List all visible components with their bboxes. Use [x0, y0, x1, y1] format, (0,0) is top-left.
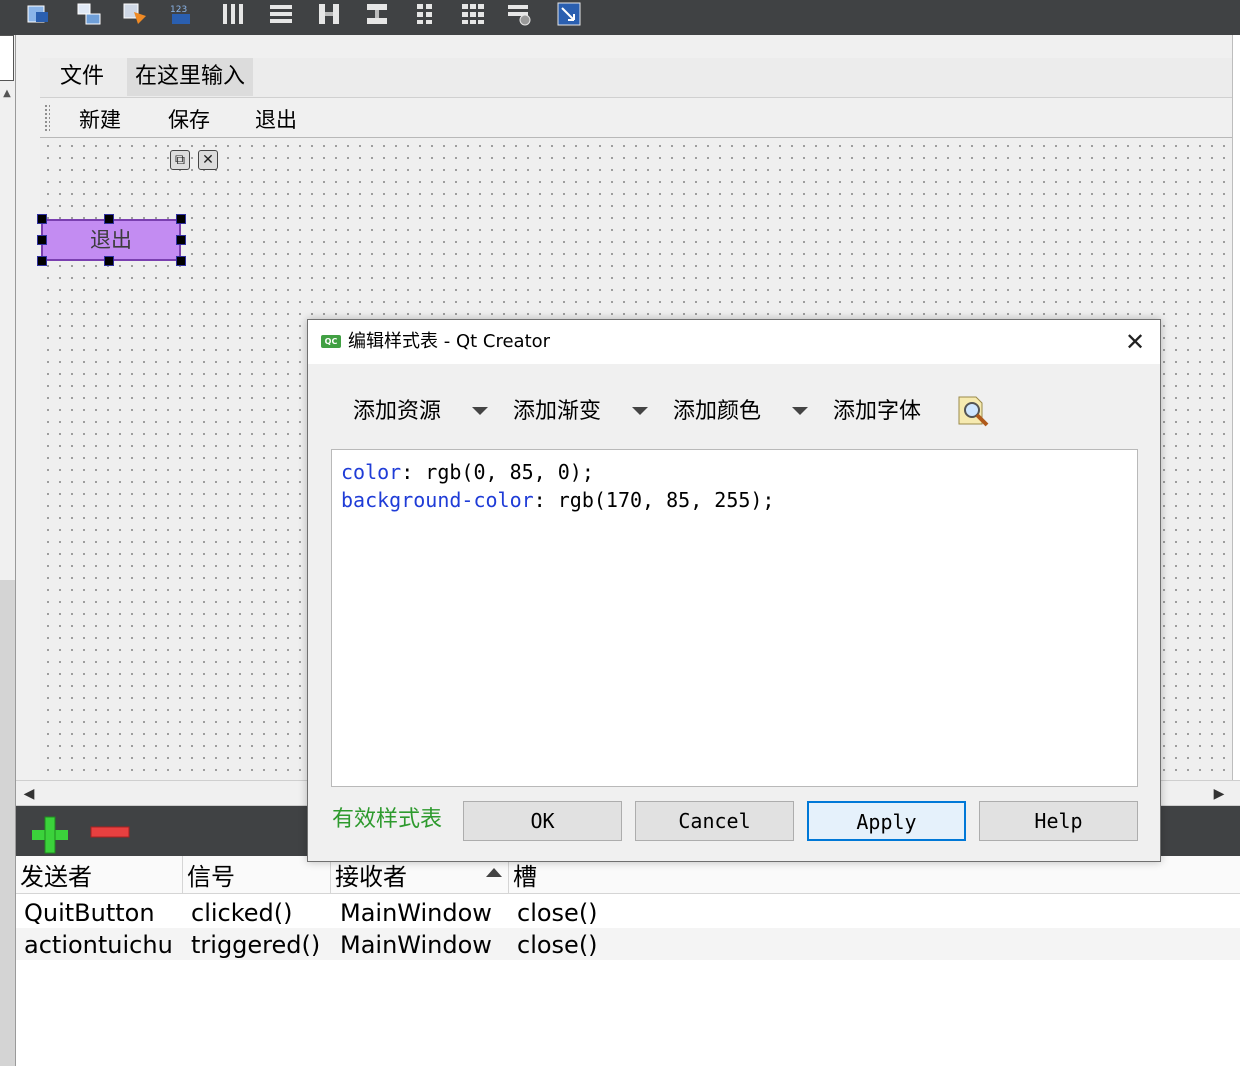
- scroll-right-arrow-icon[interactable]: ▶: [1210, 785, 1228, 803]
- apply-button[interactable]: Apply: [807, 801, 966, 841]
- add-color-dropdown[interactable]: 添加颜色: [673, 394, 761, 430]
- resize-handle-bottom[interactable]: [104, 256, 114, 266]
- cell-slot: close(): [517, 931, 598, 959]
- resize-handle-top[interactable]: [104, 214, 114, 224]
- close-icon[interactable]: ✕: [1122, 329, 1148, 355]
- edit-signals-slots-icon[interactable]: [76, 2, 102, 26]
- ok-button[interactable]: OK: [463, 801, 622, 841]
- css-value: : rgb(0, 85, 0);: [401, 460, 594, 484]
- editor-line: color: rgb(0, 85, 0);: [341, 458, 1128, 486]
- cell-sender: QuitButton: [24, 899, 155, 927]
- form-editor-toolbar: 123: [0, 0, 1240, 35]
- header-sender[interactable]: 发送者: [16, 856, 183, 894]
- sort-ascending-icon: [486, 868, 502, 877]
- cell-receiver: MainWindow: [340, 899, 492, 927]
- edit-stylesheet-dialog: QC 编辑样式表 - Qt Creator ✕ 添加资源 添加渐变 添加颜色 添…: [307, 319, 1161, 862]
- quit-button[interactable]: 退出: [41, 219, 181, 261]
- cell-slot: close(): [517, 899, 598, 927]
- break-layout-icon[interactable]: [506, 2, 532, 26]
- css-property: color: [341, 460, 402, 484]
- chevron-down-icon[interactable]: [792, 407, 808, 415]
- cancel-button[interactable]: Cancel: [635, 801, 794, 841]
- toolbar-grip-handle[interactable]: [44, 104, 50, 132]
- add-connection-icon[interactable]: [30, 816, 70, 854]
- edit-widgets-icon[interactable]: [26, 2, 52, 26]
- toolbar-quit[interactable]: 退出: [255, 98, 297, 138]
- toolbar-save[interactable]: 保存: [168, 98, 210, 138]
- valid-stylesheet-status: 有效样式表: [332, 807, 443, 832]
- table-row[interactable]: QuitButton clicked() MainWindow close(): [16, 896, 1240, 928]
- signal-slot-table: 发送者 信号 接收者 槽 QuitButton clicked() MainWi…: [16, 856, 1240, 1066]
- cell-signal: triggered(): [191, 931, 321, 959]
- add-gradient-dropdown[interactable]: 添加渐变: [513, 394, 601, 430]
- qt-creator-icon: QC: [321, 335, 341, 348]
- dialog-title: 编辑样式表 - Qt Creator: [348, 331, 551, 352]
- menu-file[interactable]: 文件: [52, 58, 112, 96]
- left-panel-lower-edge: [0, 580, 16, 1066]
- header-receiver-label: 接收者: [335, 863, 407, 891]
- layout-vertical-icon[interactable]: [268, 2, 294, 26]
- layout-form-icon[interactable]: [412, 2, 438, 26]
- css-value: : rgb(170, 85, 255);: [533, 488, 775, 512]
- edit-tab-order-icon[interactable]: 123: [168, 2, 194, 26]
- resize-handle-left[interactable]: [37, 235, 47, 245]
- layout-horizontal-icon[interactable]: [220, 2, 246, 26]
- svg-text:123: 123: [170, 5, 187, 15]
- editor-line: background-color: rgb(170, 85, 255);: [341, 486, 1128, 514]
- css-property: background-color: [341, 488, 534, 512]
- add-font-button[interactable]: 添加字体: [833, 394, 921, 430]
- find-magnifier-icon[interactable]: [956, 394, 990, 428]
- cell-receiver: MainWindow: [340, 931, 492, 959]
- layout-splitter-horizontal-icon[interactable]: [316, 2, 342, 26]
- layout-splitter-vertical-icon[interactable]: [364, 2, 390, 26]
- left-panel-edge: [0, 35, 16, 580]
- toolbar-new[interactable]: 新建: [79, 98, 121, 138]
- remove-connection-icon[interactable]: [90, 826, 130, 838]
- chevron-down-icon[interactable]: [472, 407, 488, 415]
- resize-handle-right[interactable]: [176, 235, 186, 245]
- stylesheet-editor[interactable]: color: rgb(0, 85, 0); background-color: …: [331, 449, 1138, 787]
- edit-buddies-icon[interactable]: [122, 2, 148, 26]
- menu-type-here[interactable]: 在这里输入: [127, 58, 254, 96]
- add-resource-dropdown[interactable]: 添加资源: [353, 394, 441, 430]
- right-scroll-edge: [1232, 35, 1240, 780]
- close-dock-icon[interactable]: ✕: [198, 150, 218, 170]
- dialog-titlebar[interactable]: QC 编辑样式表 - Qt Creator ✕: [308, 320, 1160, 364]
- table-row[interactable]: actiontuichu triggered() MainWindow clos…: [16, 928, 1240, 960]
- resize-handle-bottom-left[interactable]: [37, 256, 47, 266]
- cell-sender: actiontuichu: [24, 931, 173, 959]
- layout-grid-icon[interactable]: [460, 2, 486, 26]
- float-icon[interactable]: ⧉: [170, 150, 190, 170]
- form-toolbar: 新建 保存 退出: [40, 98, 1232, 138]
- resize-handle-top-right[interactable]: [176, 214, 186, 224]
- cell-signal: clicked(): [191, 899, 293, 927]
- resize-handle-bottom-right[interactable]: [176, 256, 186, 266]
- help-button[interactable]: Help: [979, 801, 1138, 841]
- adjust-size-icon[interactable]: [556, 2, 582, 26]
- scroll-up-arrow-icon[interactable]: ▲: [0, 86, 14, 102]
- resize-handle-top-left[interactable]: [37, 214, 47, 224]
- chevron-down-icon[interactable]: [632, 407, 648, 415]
- dock-widget-buttons: ⧉ ✕: [168, 150, 222, 172]
- scroll-left-arrow-icon[interactable]: ◀: [20, 785, 38, 803]
- form-menubar: 文件 在这里输入: [40, 58, 1232, 98]
